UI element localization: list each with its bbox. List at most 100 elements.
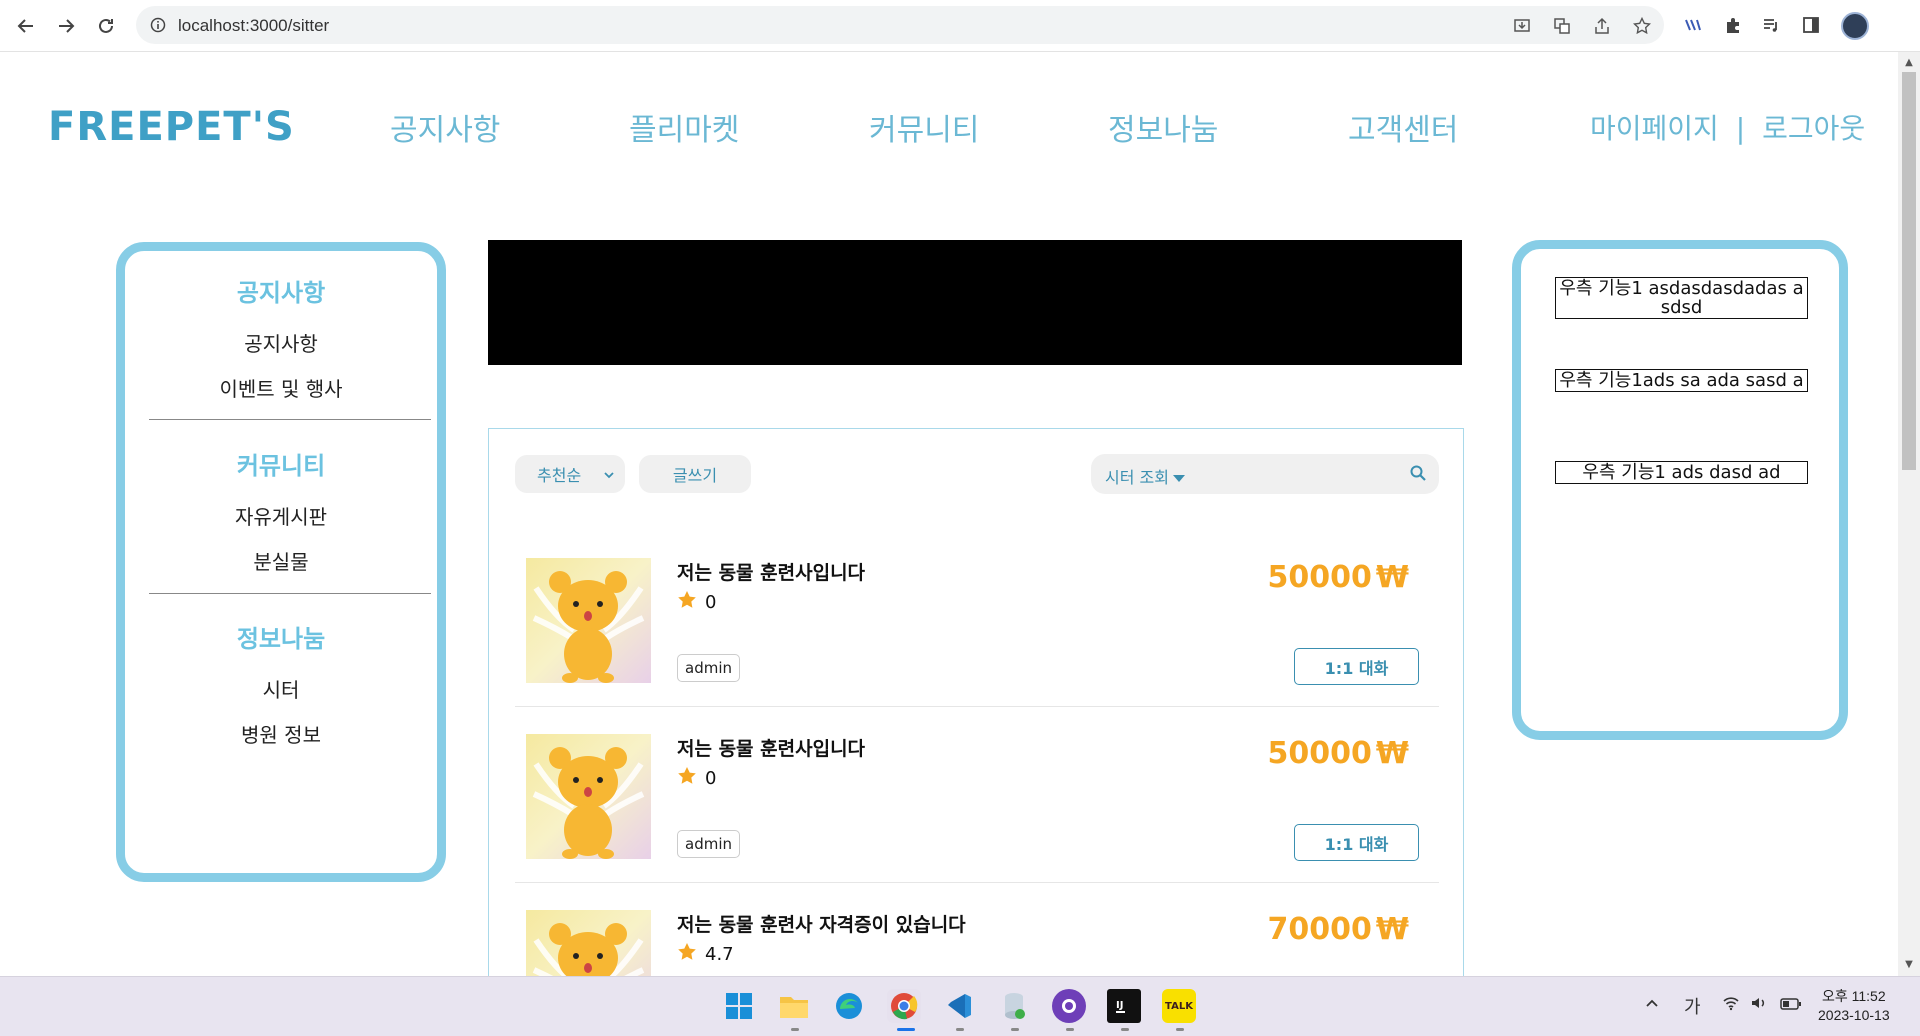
nav-flea-market[interactable]: 플리마켓 [629,105,739,149]
account-links: 마이페이지 | 로그아웃 [1590,107,1865,147]
site-logo[interactable]: FREEPET'S [48,104,295,150]
nav-info-share[interactable]: 정보나눔 [1108,105,1218,149]
clock-time: 오후 11:52 [1821,988,1886,1004]
install-app-icon[interactable] [1512,16,1532,36]
right-feature-box[interactable]: 우측 기능1ads sa ada sasd a [1555,369,1808,392]
post-rating: 0 [677,590,716,615]
wifi-icon[interactable] [1722,995,1740,1016]
chevron-down-icon [603,466,615,485]
right-feature-box[interactable]: 우측 기능1 ads dasd ad [1555,461,1808,484]
search-icon[interactable] [1409,464,1427,482]
forward-icon[interactable] [52,12,80,40]
bookmark-star-icon[interactable] [1632,16,1652,36]
volume-icon[interactable] [1750,995,1768,1016]
scrollbar-thumb[interactable] [1902,72,1916,470]
post-rating: 0 [677,766,716,791]
kakaotalk-icon[interactable]: TALK [1162,989,1196,1023]
active-indicator [897,1028,915,1031]
sidebar-item-hospital[interactable]: 병원 정보 [125,713,437,758]
file-explorer-icon[interactable] [777,989,811,1023]
sidebar-item-lost-found[interactable]: 분실물 [125,540,437,585]
link-separator: | [1735,112,1746,145]
back-icon[interactable] [12,12,40,40]
mypage-link[interactable]: 마이페이지 [1590,112,1719,145]
price-value: 70000 [1267,912,1372,947]
sort-label: 추천순 [537,466,582,485]
post-price: 70000 ₩ [1268,912,1409,947]
battery-icon[interactable] [1780,995,1802,1016]
db-tool-icon[interactable] [997,989,1031,1023]
sidebar-item-events[interactable]: 이벤트 및 행사 [125,367,437,412]
star-icon [677,590,697,615]
reading-list-icon[interactable] [1760,14,1782,36]
currency-symbol: ₩ [1375,912,1409,947]
character-illustration [532,571,645,683]
edge-browser-icon[interactable] [832,989,866,1023]
rating-value: 4.7 [705,944,734,965]
search-bar[interactable]: 시터 조회 [1091,454,1439,494]
intellij-icon[interactable]: IJ [1107,989,1141,1023]
vscode-icon[interactable] [942,989,976,1023]
url-text[interactable]: localhost:3000/sitter [178,16,329,36]
right-feature-box[interactable]: 우측 기능1 asdasdasdadas asdsd [1555,277,1808,319]
star-icon [677,766,697,791]
page-scrollbar[interactable]: ▲ ▼ [1898,52,1920,976]
sidebar-divider [149,419,431,420]
list-item[interactable]: 저는 동물 훈련사 자격증이 있습니다 4.7 70000 ₩ [515,884,1439,988]
rating-value: 0 [705,768,717,789]
chat-button[interactable]: 1:1 대화 [1294,648,1419,685]
sidebar-heading-info[interactable]: 정보나눔 [125,619,437,654]
nav-customer-center[interactable]: 고객센터 [1348,105,1458,149]
nav-community[interactable]: 커뮤니티 [869,105,979,149]
sidebar-item-notice[interactable]: 공지사항 [125,322,437,367]
tray-overflow-icon[interactable] [1644,995,1660,1016]
reload-icon[interactable] [92,12,120,40]
list-item[interactable]: 저는 동물 훈련사입니다 0 50000 ₩ admin 1:1 대화 [515,532,1439,707]
post-price: 50000 ₩ [1268,736,1409,771]
post-title[interactable]: 저는 동물 훈련사입니다 [677,734,865,761]
system-clock[interactable]: 오후 11:52 2023-10-13 [1818,987,1890,1025]
running-indicator [956,1028,964,1031]
sidebar-heading-community[interactable]: 커뮤니티 [125,446,437,481]
write-button[interactable]: 글쓰기 [639,455,751,493]
chat-button[interactable]: 1:1 대화 [1294,824,1419,861]
windows-start-icon[interactable] [722,989,756,1023]
ime-indicator[interactable]: 가 [1684,993,1701,1019]
sidebar-heading-notice[interactable]: 공지사항 [125,273,437,308]
sidebar-item-free-board[interactable]: 자유게시판 [125,495,437,540]
puzzle-icon[interactable] [1722,14,1744,36]
share-icon[interactable] [1592,16,1612,36]
translate-icon[interactable] [1552,16,1572,36]
sidebar-item-sitter[interactable]: 시터 [125,668,437,713]
nav-notice[interactable]: 공지사항 [390,105,500,149]
running-indicator [1121,1028,1129,1031]
address-bar[interactable]: localhost:3000/sitter [136,6,1664,44]
logout-link[interactable]: 로그아웃 [1762,112,1865,145]
github-desktop-icon[interactable] [1052,989,1086,1023]
left-sidebar: 공지사항 공지사항 이벤트 및 행사 커뮤니티 자유게시판 분실물 정보나눔 시… [116,242,446,882]
star-icon [677,942,697,967]
running-indicator [1066,1028,1074,1031]
extension-icon[interactable] [1682,14,1704,36]
post-title[interactable]: 저는 동물 훈련사 자격증이 있습니다 [677,910,966,937]
author-badge: admin [677,830,740,858]
currency-symbol: ₩ [1375,560,1409,595]
sitter-list: 추천순 글쓰기 시터 조회 저는 동물 훈련사입니다 0 50000 ₩ adm… [488,428,1464,988]
post-thumbnail [526,558,651,683]
search-type-label: 시터 조회 [1105,468,1169,487]
scroll-down-icon[interactable]: ▼ [1903,958,1915,970]
chrome-browser-icon[interactable] [887,989,921,1023]
scroll-up-icon[interactable]: ▲ [1903,56,1915,68]
post-title[interactable]: 저는 동물 훈련사입니다 [677,558,865,585]
post-price: 50000 ₩ [1268,560,1409,595]
profile-avatar[interactable] [1841,12,1869,40]
search-type-select[interactable]: 시터 조회 [1105,464,1185,488]
rating-value: 0 [705,592,717,613]
sort-select[interactable]: 추천순 [515,455,625,493]
sidebar-section-notice: 공지사항 공지사항 이벤트 및 행사 [125,273,437,412]
sidebar-section-info: 정보나눔 시터 병원 정보 [125,619,437,758]
price-value: 50000 [1267,736,1372,771]
list-item[interactable]: 저는 동물 훈련사입니다 0 50000 ₩ admin 1:1 대화 [515,708,1439,883]
site-info-icon[interactable] [148,15,168,35]
side-panel-icon[interactable] [1800,14,1822,36]
